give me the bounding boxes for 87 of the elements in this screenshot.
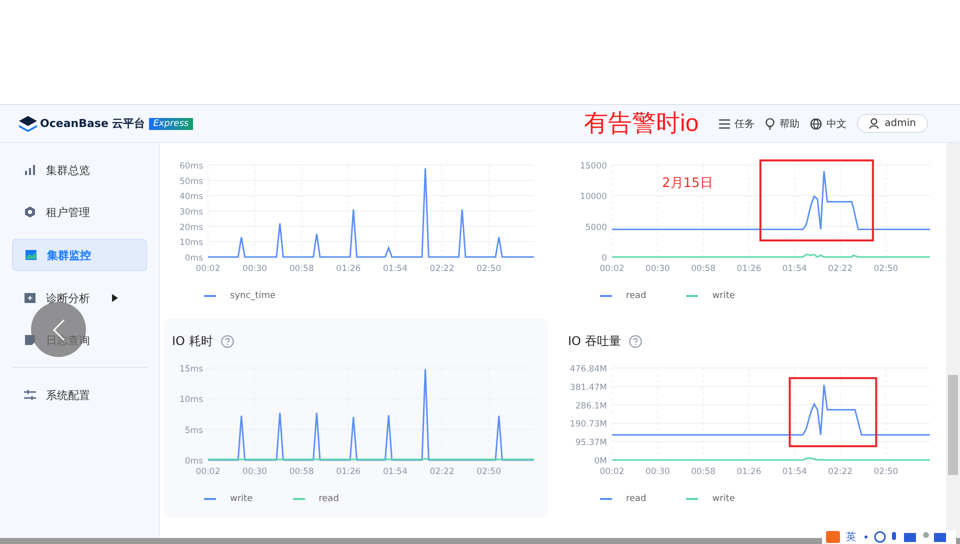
- caret-icon: [112, 294, 118, 302]
- legend-item[interactable]: read: [600, 494, 646, 504]
- y-axis-label: 20ms: [179, 222, 203, 233]
- x-axis-label: 02:22: [430, 264, 454, 274]
- sidebar-item[interactable]: 租户管理: [12, 197, 147, 227]
- x-axis-label: 00:02: [196, 467, 220, 477]
- y-axis-label: 15ms: [179, 364, 203, 374]
- lightbulb-icon: [764, 118, 775, 130]
- x-axis-label: 02:50: [476, 467, 502, 477]
- x-axis-label: 00:02: [600, 467, 624, 477]
- x-axis-label: 00:30: [242, 264, 268, 274]
- y-axis-label: 0ms: [184, 254, 203, 264]
- y-axis-label: 5000: [585, 222, 607, 233]
- x-axis-label: 01:54: [782, 264, 807, 274]
- x-axis-label: 00:58: [691, 467, 716, 477]
- header-link[interactable]: 中文: [810, 116, 847, 130]
- x-axis-label: 00:02: [196, 264, 220, 274]
- sliders-icon: [24, 389, 36, 401]
- x-axis-label: 01:26: [336, 264, 361, 274]
- x-axis-label: 00:30: [645, 264, 670, 274]
- bar-chart-icon: [24, 164, 36, 176]
- header-link[interactable]: 任务: [718, 116, 755, 130]
- legend-item[interactable]: read: [600, 291, 646, 301]
- y-axis-label: 30ms: [179, 208, 203, 218]
- legend-item[interactable]: read: [292, 494, 339, 504]
- logo-icon: [18, 114, 38, 132]
- header-link[interactable]: 帮助: [764, 116, 800, 130]
- user-icon: [868, 118, 879, 129]
- globe-icon: [810, 118, 822, 130]
- x-axis-label: 01:26: [336, 467, 361, 477]
- y-axis-label: 0ms: [184, 456, 203, 466]
- logo-text: OceanBase 云平台: [40, 116, 146, 131]
- sidebar-item[interactable]: 系统配置: [12, 380, 147, 410]
- y-axis-label: 381.47M: [570, 382, 607, 393]
- x-axis-label: 00:30: [242, 467, 268, 477]
- x-axis-label: 01:26: [736, 467, 762, 477]
- edition-badge: Express: [149, 118, 193, 130]
- annotation-text: 有告警时io: [584, 109, 699, 139]
- x-axis-label: 01:54: [782, 467, 807, 477]
- y-axis-label: 476.84M: [570, 364, 607, 374]
- chart-title: IO 耗时: [172, 333, 213, 350]
- help-icon[interactable]: [628, 335, 642, 348]
- scrollbar[interactable]: [946, 143, 960, 538]
- line-chart-icon: [25, 249, 37, 261]
- y-axis-label: 190.73M: [570, 420, 607, 430]
- sidebar-item[interactable]: 集群总览: [12, 155, 147, 185]
- legend-item[interactable]: sync_time: [204, 291, 276, 301]
- y-axis-label: 15000: [580, 162, 607, 172]
- y-axis-label: 0M: [594, 456, 607, 466]
- annotation-text: 2月15日: [662, 176, 713, 191]
- y-axis-label: 10ms: [179, 395, 203, 406]
- list-icon: [718, 118, 730, 128]
- x-axis-label: 02:22: [430, 467, 454, 477]
- input-mode-label[interactable]: 英: [846, 530, 856, 544]
- x-axis-label: 02:22: [828, 467, 853, 477]
- legend-item[interactable]: write: [686, 494, 735, 504]
- y-axis-label: 286.1M: [575, 401, 607, 412]
- x-axis-label: 02:22: [828, 264, 853, 274]
- hexagon-icon: [24, 206, 36, 218]
- y-axis-label: 50ms: [179, 176, 203, 187]
- y-axis-label: 10ms: [179, 238, 203, 248]
- y-axis-label: 95.37M: [575, 438, 607, 448]
- box-icon: [24, 292, 36, 304]
- legend-item[interactable]: write: [204, 494, 253, 504]
- x-axis-label: 02:50: [476, 264, 502, 274]
- chart-title: IO 吞吐量: [568, 333, 621, 350]
- sidebar-item[interactable]: 诊断分析: [12, 283, 147, 313]
- input-method-logo-icon: [826, 531, 840, 543]
- x-axis-label: 00:58: [289, 467, 314, 477]
- x-axis-label: 01:54: [383, 264, 408, 274]
- y-axis-label: 0: [602, 254, 607, 264]
- y-axis-label: 40ms: [179, 192, 203, 202]
- help-icon[interactable]: [220, 335, 234, 348]
- sidebar-item[interactable]: 集群监控: [12, 239, 147, 271]
- x-axis-label: 01:26: [736, 264, 762, 274]
- x-axis-label: 00:30: [645, 467, 670, 477]
- x-axis-label: 02:50: [874, 467, 898, 477]
- y-axis-label: 60ms: [179, 162, 203, 172]
- x-axis-label: 00:02: [600, 264, 624, 274]
- user-button[interactable]: admin: [856, 114, 928, 133]
- y-axis-label: 5ms: [184, 426, 203, 436]
- legend-item[interactable]: write: [686, 291, 735, 301]
- x-axis-label: 02:50: [874, 264, 898, 274]
- x-axis-label: 00:58: [289, 264, 314, 274]
- x-axis-label: 01:54: [383, 467, 408, 477]
- x-axis-label: 00:58: [691, 264, 716, 274]
- y-axis-label: 10000: [580, 192, 607, 202]
